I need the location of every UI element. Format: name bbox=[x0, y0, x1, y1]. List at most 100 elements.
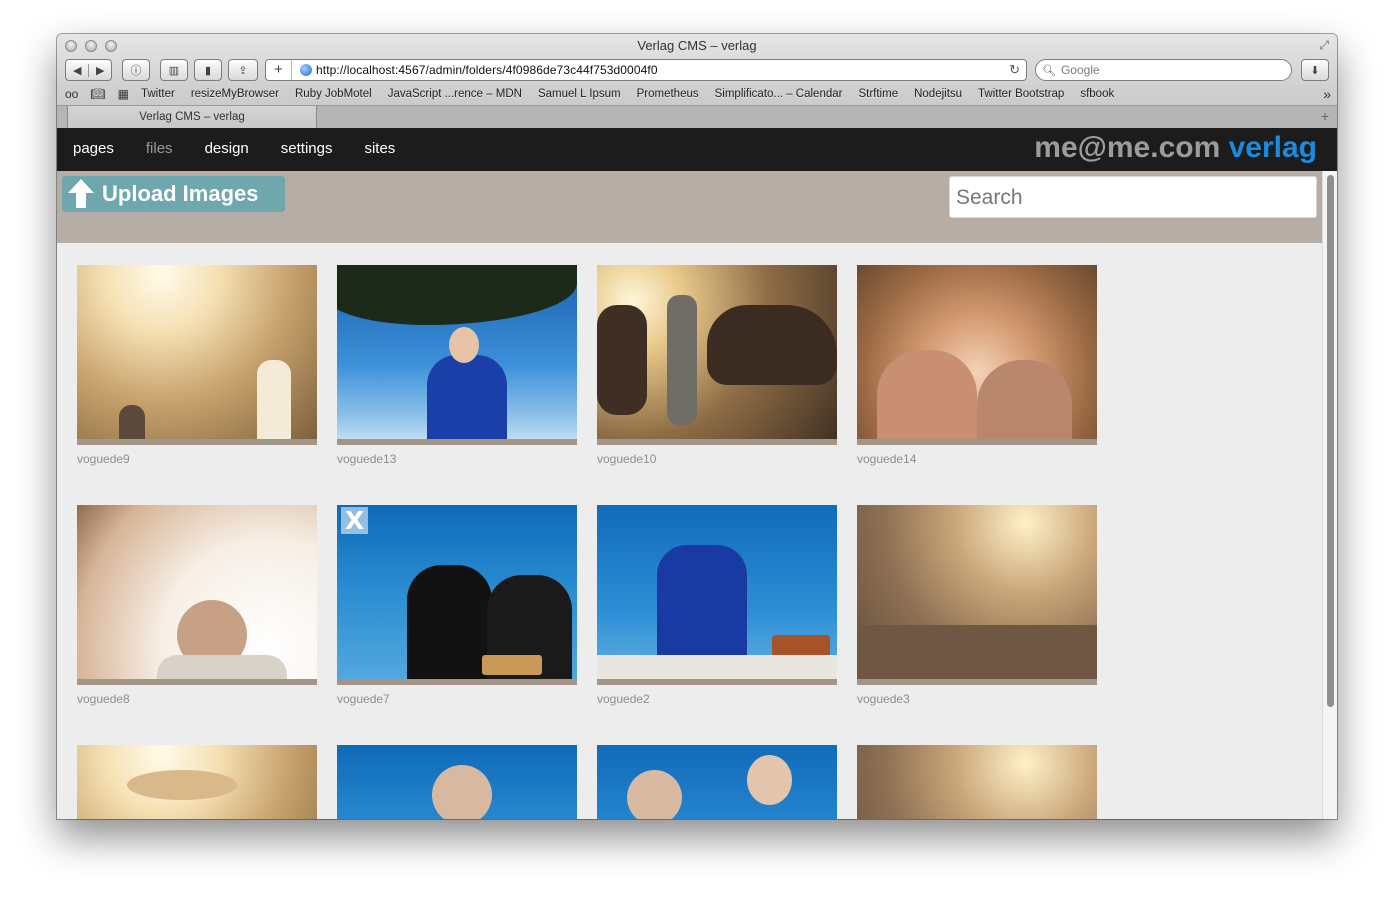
image-thumbnail[interactable] bbox=[337, 745, 577, 819]
reading-glasses-icon[interactable]: oo bbox=[65, 87, 78, 101]
bookmark-item[interactable]: resizeMyBrowser bbox=[191, 88, 279, 100]
image-card[interactable]: voguede3 bbox=[857, 505, 1097, 706]
nav-design[interactable]: design bbox=[205, 140, 249, 157]
image-bar bbox=[337, 679, 577, 685]
brand-account: me@me.com bbox=[1034, 131, 1221, 164]
browser-chrome: Verlag CMS – verlag ⤢ ◀ ▶ ⓘ ▥ ▮ ⇪ + http… bbox=[57, 34, 1337, 129]
bookmarklet-button[interactable]: ▮ bbox=[194, 59, 222, 81]
image-bar bbox=[77, 439, 317, 445]
delete-image-button[interactable]: X bbox=[341, 507, 368, 534]
image-caption: voguede10 bbox=[597, 452, 657, 466]
image-caption: voguede13 bbox=[337, 452, 397, 466]
bookmark-item[interactable]: Twitter bbox=[141, 88, 175, 100]
image-thumbnail[interactable]: X bbox=[337, 505, 577, 685]
address-bar[interactable]: + http://localhost:4567/admin/folders/4f… bbox=[265, 59, 1027, 81]
nav-links: pages files design settings sites bbox=[73, 140, 427, 157]
image-card[interactable]: X voguede7 bbox=[337, 505, 577, 706]
bookmarks-bar: oo 📖︎ ▦ Twitter resizeMyBrowser Ruby Job… bbox=[65, 86, 1333, 102]
bookmark-item[interactable]: Prometheus bbox=[637, 88, 699, 100]
reader-button[interactable]: ⓘ bbox=[122, 59, 150, 81]
bookmark-item[interactable]: Samuel L Ipsum bbox=[538, 88, 621, 100]
image-thumbnail[interactable] bbox=[77, 745, 317, 819]
browser-toolbar: ◀ ▶ ⓘ ▥ ▮ ⇪ + http://localhost:4567/admi… bbox=[65, 59, 1333, 81]
image-caption: voguede7 bbox=[337, 692, 390, 706]
image-card[interactable]: voguede14 bbox=[857, 265, 1097, 466]
back-forward-buttons: ◀ ▶ bbox=[65, 59, 112, 81]
image-caption: voguede9 bbox=[77, 452, 130, 466]
bookmark-item[interactable]: JavaScript ...rence – MDN bbox=[388, 88, 522, 100]
image-caption: voguede14 bbox=[857, 452, 917, 466]
upload-images-button[interactable]: Upload Images bbox=[62, 176, 285, 212]
globe-icon bbox=[300, 64, 312, 76]
image-grid: voguede9 voguede13 voguede10 voguede14 v… bbox=[57, 243, 1322, 819]
more-bookmarks-icon[interactable]: » bbox=[1323, 86, 1331, 102]
search-icon: 🔍︎ bbox=[1042, 64, 1056, 77]
back-icon[interactable]: ◀ bbox=[66, 64, 88, 77]
books-icon: ▥ bbox=[168, 64, 180, 77]
image-card[interactable]: voguede9 bbox=[77, 265, 317, 466]
url-text[interactable]: http://localhost:4567/admin/folders/4f09… bbox=[316, 63, 658, 77]
image-bar bbox=[597, 679, 837, 685]
brand-logo: me@me.com verlag bbox=[1034, 131, 1317, 165]
nav-pages[interactable]: pages bbox=[73, 140, 114, 157]
download-icon: ⬇ bbox=[1310, 64, 1320, 77]
image-bar bbox=[597, 439, 837, 445]
reading-list-button[interactable]: ▥ bbox=[160, 59, 188, 81]
image-thumbnail[interactable] bbox=[597, 265, 837, 445]
image-thumbnail[interactable] bbox=[857, 265, 1097, 445]
image-thumbnail[interactable] bbox=[77, 265, 317, 445]
add-bookmark-icon[interactable]: + bbox=[266, 60, 292, 80]
grid-icon[interactable]: ▦ bbox=[118, 87, 129, 101]
nav-sites[interactable]: sites bbox=[364, 140, 395, 157]
image-card[interactable]: voguede10 bbox=[597, 265, 837, 466]
vertical-scrollbar[interactable] bbox=[1322, 171, 1337, 819]
image-card[interactable] bbox=[597, 745, 837, 819]
bookmark-item[interactable]: Nodejitsu bbox=[914, 88, 962, 100]
image-card[interactable] bbox=[857, 745, 1097, 819]
figure-shape bbox=[747, 755, 792, 805]
browser-search-field[interactable]: 🔍︎ Google bbox=[1035, 59, 1292, 81]
bookmark-item[interactable]: Simplificato... – Calendar bbox=[715, 88, 843, 100]
search-input[interactable]: Search bbox=[949, 176, 1317, 218]
upload-arrow-icon bbox=[66, 179, 96, 209]
scrollbar-thumb[interactable] bbox=[1327, 175, 1334, 707]
bookmark-item[interactable]: Strftime bbox=[858, 88, 898, 100]
forward-icon[interactable]: ▶ bbox=[88, 63, 111, 77]
tab-verlag[interactable]: Verlag CMS – verlag bbox=[67, 106, 317, 129]
figure-shape bbox=[257, 360, 291, 445]
image-caption: voguede8 bbox=[77, 692, 130, 706]
bookmark-item[interactable]: Ruby JobMotel bbox=[295, 88, 372, 100]
nav-settings[interactable]: settings bbox=[281, 140, 333, 157]
new-tab-icon[interactable]: + bbox=[1321, 108, 1329, 124]
image-thumbnail[interactable] bbox=[597, 745, 837, 819]
bookmark-icon: ▮ bbox=[204, 64, 212, 77]
figure-shape bbox=[432, 765, 492, 819]
image-bar bbox=[77, 679, 317, 685]
bookmark-item[interactable]: sfbook bbox=[1080, 88, 1114, 100]
image-thumbnail[interactable] bbox=[857, 745, 1097, 819]
figure-shape bbox=[449, 327, 479, 363]
figure-shape bbox=[427, 355, 507, 445]
image-card[interactable]: voguede13 bbox=[337, 265, 577, 466]
image-card[interactable] bbox=[337, 745, 577, 819]
image-card[interactable]: voguede8 bbox=[77, 505, 317, 706]
figure-shape bbox=[877, 350, 977, 445]
fullscreen-icon[interactable]: ⤢ bbox=[1319, 38, 1329, 53]
image-card[interactable] bbox=[77, 745, 317, 819]
brand-site: verlag bbox=[1228, 131, 1317, 164]
figure-shape bbox=[482, 655, 542, 675]
nav-files[interactable]: files bbox=[146, 140, 173, 157]
image-thumbnail[interactable] bbox=[77, 505, 317, 685]
image-card[interactable]: voguede2 bbox=[597, 505, 837, 706]
image-thumbnail[interactable] bbox=[337, 265, 577, 445]
open-book-icon[interactable]: 📖︎ bbox=[90, 87, 105, 101]
image-bar bbox=[337, 439, 577, 445]
figure-shape bbox=[707, 305, 837, 385]
image-thumbnail[interactable] bbox=[857, 505, 1097, 685]
downloads-button[interactable]: ⬇ bbox=[1301, 59, 1329, 81]
tab-strip: Verlag CMS – verlag + bbox=[57, 105, 1337, 129]
image-thumbnail[interactable] bbox=[597, 505, 837, 685]
bookmark-item[interactable]: Twitter Bootstrap bbox=[978, 88, 1064, 100]
reload-icon[interactable]: ↻ bbox=[1009, 62, 1020, 78]
share-button[interactable]: ⇪ bbox=[228, 59, 258, 81]
